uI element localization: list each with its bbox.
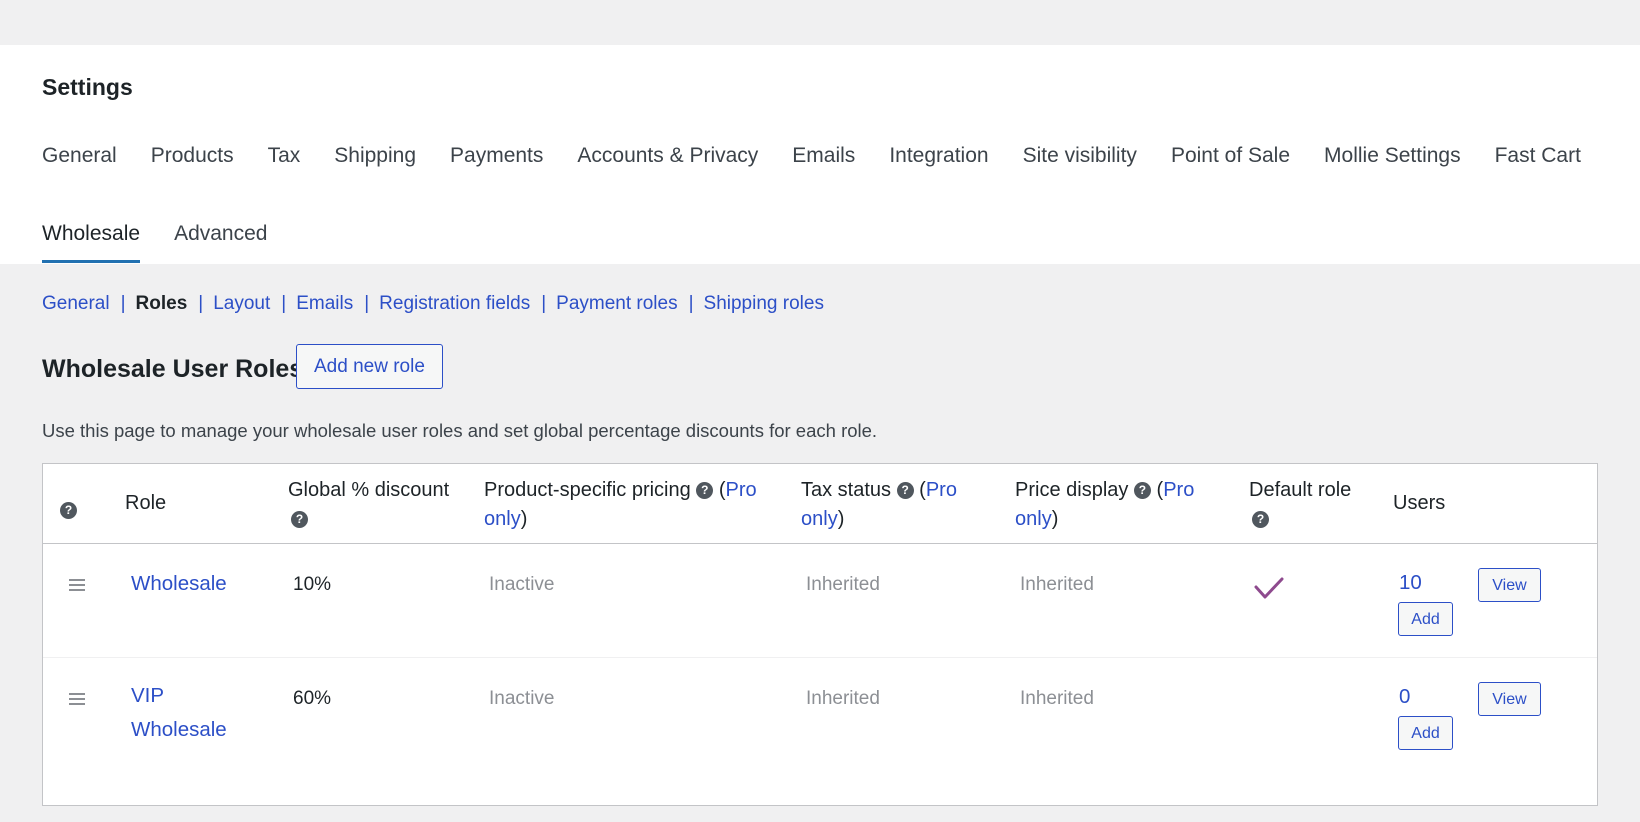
- subnav-payment-roles[interactable]: Payment roles: [556, 293, 677, 315]
- users-count-cell: 10: [1399, 571, 1422, 595]
- tab-site-visibility[interactable]: Site visibility: [1023, 144, 1137, 168]
- col-product-pricing-label: Product-specific pricing: [484, 479, 691, 501]
- col-global-discount-label: Global % discount: [288, 479, 450, 501]
- subnav-shipping-roles[interactable]: Shipping roles: [704, 293, 824, 315]
- pro-only-link[interactable]: only: [484, 508, 521, 530]
- view-users-button[interactable]: View: [1478, 568, 1541, 602]
- question-circle-icon[interactable]: ?: [60, 502, 77, 520]
- pro-only-link[interactable]: Pro: [1163, 479, 1194, 501]
- question-circle-icon[interactable]: ?: [291, 511, 308, 529]
- tab-shipping[interactable]: Shipping: [334, 144, 416, 168]
- subnav-separator: |: [541, 293, 547, 314]
- col-price-display-label: Price display: [1015, 479, 1129, 501]
- col-role: Role: [125, 492, 167, 514]
- section-description: Use this page to manage your wholesale u…: [42, 420, 878, 441]
- col-global-discount: Global % discount ?: [288, 476, 449, 534]
- tab-point-of-sale[interactable]: Point of Sale: [1171, 144, 1290, 168]
- settings-header: Settings General Products Tax Shipping P…: [0, 45, 1640, 264]
- col-tax-status: Tax status ? (Pro only): [801, 476, 1001, 534]
- role-name-link[interactable]: Wholesale: [131, 572, 227, 595]
- users-count-link[interactable]: 10: [1399, 571, 1422, 594]
- drag-handle-icon[interactable]: [69, 579, 85, 591]
- subnav-general[interactable]: General: [42, 293, 110, 315]
- role-name-cell: VIP Wholesale: [131, 679, 227, 747]
- paren-close: ): [520, 508, 528, 530]
- question-circle-icon[interactable]: ?: [696, 482, 714, 500]
- page-title: Settings: [42, 74, 133, 100]
- price-display-cell: Inherited: [1020, 574, 1094, 595]
- paren-open: (: [718, 479, 726, 501]
- col-default-role-label: Default role: [1249, 479, 1352, 501]
- table-row: Wholesale 10% Inactive Inherited Inherit…: [43, 545, 1597, 658]
- subnav-separator: |: [364, 293, 370, 314]
- users-count-cell: 0: [1399, 685, 1410, 709]
- tab-products[interactable]: Products: [151, 144, 234, 168]
- pricing-cell: Inactive: [489, 688, 555, 709]
- question-circle-icon[interactable]: ?: [1133, 482, 1151, 500]
- role-name-cell: Wholesale: [131, 567, 227, 601]
- pro-only-link[interactable]: only: [1015, 508, 1052, 530]
- drag-handle-icon[interactable]: [69, 693, 85, 705]
- role-name-line: Wholesale: [131, 718, 227, 741]
- top-strip: [0, 0, 1640, 45]
- question-circle-icon[interactable]: ?: [896, 482, 914, 500]
- tab-fast-cart[interactable]: Fast Cart: [1495, 144, 1581, 168]
- tab-accounts-privacy[interactable]: Accounts & Privacy: [577, 144, 758, 168]
- subnav-layout[interactable]: Layout: [213, 293, 270, 315]
- users-count-link[interactable]: 0: [1399, 685, 1410, 708]
- price-display-cell: Inherited: [1020, 688, 1094, 709]
- subnav-separator: |: [120, 293, 126, 314]
- col-default-role: Default role ?: [1249, 476, 1351, 534]
- add-user-button[interactable]: Add: [1398, 716, 1453, 750]
- question-circle-icon[interactable]: ?: [1252, 511, 1269, 529]
- table-header: ? Role Global % discount ? Product-speci…: [43, 464, 1597, 544]
- add-new-role-button[interactable]: Add new role: [296, 344, 443, 389]
- col-tax-status-label: Tax status: [801, 479, 892, 501]
- sub-tabs: Wholesale Advanced: [42, 222, 301, 263]
- section-title: Wholesale User Roles: [42, 355, 304, 383]
- subnav-separator: |: [198, 293, 204, 314]
- subnav-roles: Roles: [135, 293, 188, 314]
- tab-integration[interactable]: Integration: [889, 144, 988, 168]
- tab-advanced[interactable]: Advanced: [174, 222, 267, 263]
- subnav-emails[interactable]: Emails: [296, 293, 353, 315]
- pro-only-link[interactable]: Pro: [926, 479, 957, 501]
- roles-subnav: General | Roles | Layout | Emails | Regi…: [42, 293, 824, 315]
- col-price-display: Price display ? (Pro only): [1015, 476, 1225, 534]
- subnav-separator: |: [688, 293, 694, 314]
- checkmark-icon: [1254, 577, 1284, 599]
- col-product-pricing: Product-specific pricing ? (Pro only): [484, 476, 784, 534]
- pro-only-link[interactable]: only: [801, 508, 838, 530]
- add-user-button[interactable]: Add: [1398, 602, 1453, 636]
- subnav-registration-fields[interactable]: Registration fields: [379, 293, 530, 315]
- paren-close: ): [1051, 508, 1059, 530]
- paren-open: (: [919, 479, 926, 501]
- subnav-separator: |: [281, 293, 287, 314]
- col-users: Users: [1393, 492, 1446, 514]
- pro-only-link[interactable]: Pro: [726, 479, 757, 501]
- paren-close: ): [837, 508, 845, 530]
- tax-status-cell: Inherited: [806, 574, 880, 595]
- tab-wholesale[interactable]: Wholesale: [42, 222, 141, 263]
- discount-cell: 10%: [293, 574, 332, 595]
- tab-tax[interactable]: Tax: [268, 144, 301, 168]
- roles-table: ? Role Global % discount ? Product-speci…: [42, 463, 1598, 806]
- tax-status-cell: Inherited: [806, 688, 880, 709]
- discount-cell: 60%: [293, 688, 332, 709]
- table-row: VIP Wholesale 60% Inactive Inherited Inh…: [43, 659, 1597, 772]
- main-tabs: General Products Tax Shipping Payments A…: [42, 144, 1581, 168]
- role-name-link[interactable]: VIP Wholesale: [131, 684, 227, 741]
- tab-general[interactable]: General: [42, 144, 117, 168]
- role-name-line: VIP: [131, 684, 165, 707]
- pricing-cell: Inactive: [489, 574, 555, 595]
- tab-payments[interactable]: Payments: [450, 144, 543, 168]
- sort-help[interactable]: ?: [60, 496, 77, 525]
- tab-emails[interactable]: Emails: [792, 144, 855, 168]
- view-users-button[interactable]: View: [1478, 682, 1541, 716]
- tab-mollie-settings[interactable]: Mollie Settings: [1324, 144, 1461, 168]
